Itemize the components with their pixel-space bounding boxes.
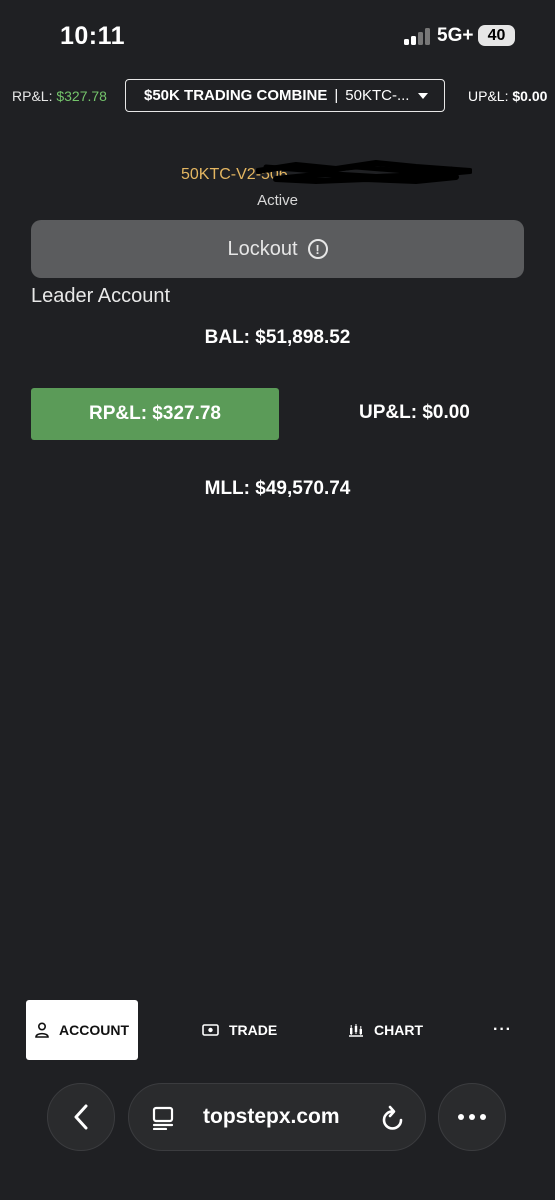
nav-account-label: ACCOUNT [59, 1022, 129, 1038]
redaction-scribble [256, 160, 472, 184]
account-selector-name: $50K TRADING COMBINE [144, 87, 328, 104]
chevron-left-icon [74, 1104, 88, 1130]
topbar-rpl-label: RP&L: [12, 88, 53, 104]
topbar-rpl-value: $327.78 [56, 88, 107, 104]
nav-chart-label: CHART [374, 1022, 423, 1038]
clock: 10:11 [60, 22, 126, 50]
cash-icon [202, 1024, 219, 1036]
unrealized-pnl: UP&L: $0.00 [359, 402, 470, 423]
candlestick-icon [349, 1024, 363, 1037]
account-selector[interactable]: $50K TRADING COMBINE | 50KTC-... [125, 79, 445, 112]
info-icon: ! [307, 239, 328, 259]
person-icon [35, 1022, 49, 1038]
app-screen: 10:11 5G+ 40 RP&L: $327.78 $50K TRADING … [0, 0, 555, 1200]
topbar-upl-label: UP&L: [468, 88, 509, 104]
more-icon: ··· [493, 1021, 512, 1038]
max-loss-limit: MLL: $49,570.74 [204, 478, 351, 499]
back-button[interactable] [47, 1083, 115, 1151]
page-menu-icon [152, 1106, 174, 1130]
battery-icon: 40 [478, 25, 515, 46]
chevron-down-icon [418, 93, 428, 99]
url-text: topstepx.com [203, 1105, 340, 1128]
address-bar[interactable]: topstepx.com [128, 1083, 426, 1151]
lockout-button[interactable]: Lockout ! [31, 220, 524, 278]
browser-toolbar: topstepx.com [0, 1083, 555, 1153]
account-selector-id: 50KTC-... [345, 87, 410, 104]
nav-trade[interactable]: TRADE [202, 1000, 277, 1060]
account-status: Active [257, 192, 298, 209]
status-bar: 10:11 5G+ 40 [0, 0, 555, 66]
realized-pnl-badge: RP&L: $327.78 [31, 388, 279, 440]
signal-icon [404, 27, 434, 45]
topbar-rpl: RP&L: $327.78 [12, 88, 107, 104]
nav-account[interactable]: ACCOUNT [26, 1000, 138, 1060]
nav-chart[interactable]: CHART [348, 1000, 423, 1060]
account-type: Leader Account [31, 285, 170, 307]
topbar-upl: UP&L: $0.00 [468, 88, 547, 104]
browser-more-button[interactable] [438, 1083, 506, 1151]
network-type: 5G+ [437, 25, 474, 46]
reload-icon[interactable] [380, 1104, 406, 1132]
balance: BAL: $51,898.52 [204, 327, 351, 348]
account-selector-separator: | [334, 87, 339, 104]
ellipsis-icon [458, 1114, 486, 1120]
account-topbar: RP&L: $327.78 $50K TRADING COMBINE | 50K… [0, 78, 555, 114]
nav-more[interactable]: ··· [493, 1000, 512, 1060]
topbar-upl-value: $0.00 [512, 88, 548, 104]
bottom-nav: ACCOUNT TRADE CHART ··· [0, 1000, 555, 1060]
lockout-label: Lockout [227, 237, 298, 260]
nav-trade-label: TRADE [229, 1022, 278, 1038]
